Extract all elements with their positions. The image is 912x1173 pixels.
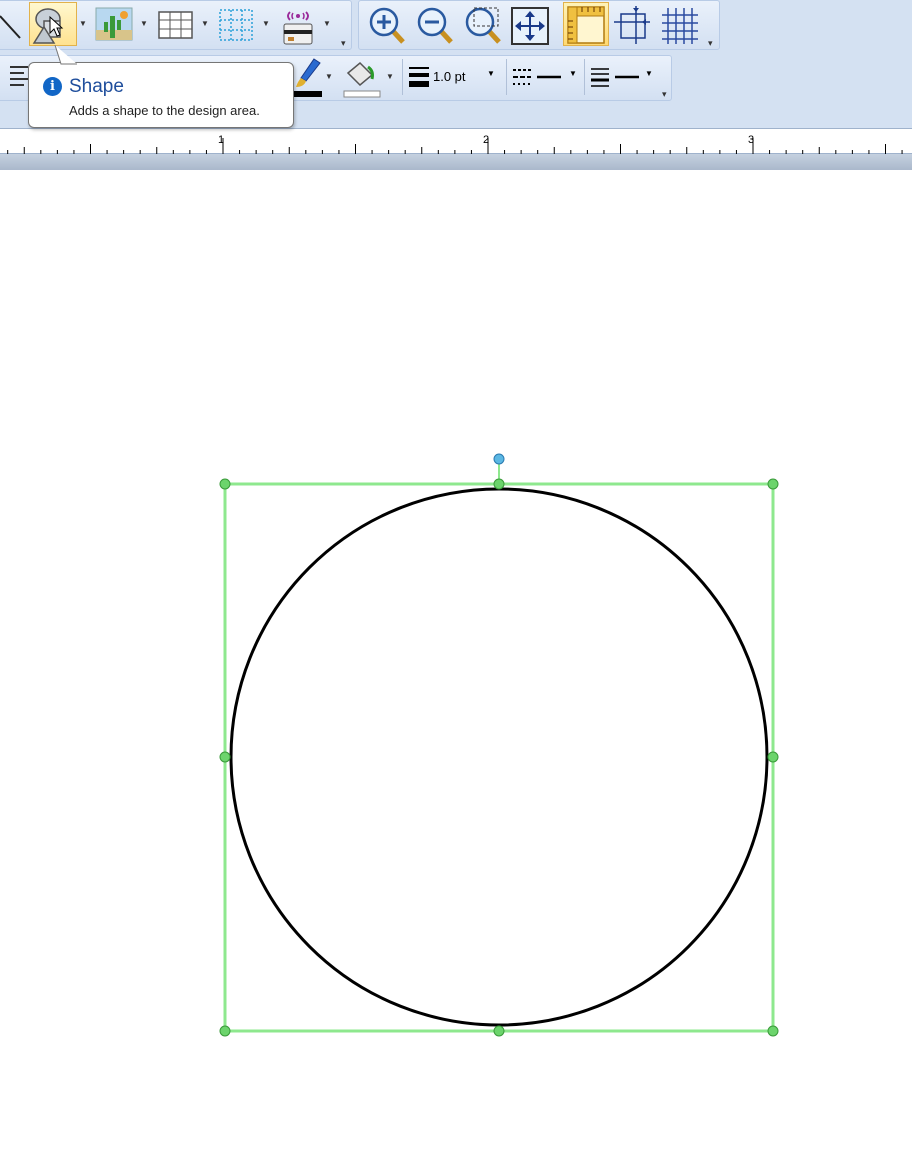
picture-dropdown-arrow[interactable]: ▼	[140, 2, 148, 46]
shape-tooltip: i Shape Adds a shape to the design area.	[28, 45, 294, 128]
zoom-out-button[interactable]	[414, 2, 454, 46]
ruler-label-1: 1	[218, 134, 224, 146]
resize-handle-right[interactable]	[767, 751, 779, 763]
diagonal-line-icon	[0, 15, 21, 39]
view-overflow-icon[interactable]: ▾	[708, 38, 716, 48]
compound-line-select[interactable]: ▼	[584, 59, 659, 95]
line-weight-icon	[409, 67, 429, 87]
margins-icon	[614, 6, 650, 44]
ruler-toggle-button[interactable]	[563, 2, 609, 46]
shape-icon	[32, 8, 64, 44]
tooltip-description: Adds a shape to the design area.	[69, 103, 260, 118]
rfid-dropdown-arrow[interactable]: ▼	[323, 2, 331, 46]
margins-button[interactable]	[612, 2, 652, 46]
line-width-select[interactable]: 1.0 pt ▼	[402, 59, 499, 95]
gridlines-button[interactable]	[660, 2, 700, 46]
dotted-grid-icon	[219, 9, 253, 41]
format-overflow-icon[interactable]: ▾	[662, 89, 670, 99]
horizontal-ruler: 1 2 3	[0, 128, 912, 154]
line-color-dropdown-arrow[interactable]: ▼	[325, 55, 333, 99]
resize-handle-top[interactable]	[493, 478, 505, 490]
ruler-shadow	[0, 154, 912, 170]
resize-handle-top-left[interactable]	[219, 478, 231, 490]
shape-tool-button[interactable]	[29, 2, 77, 46]
line-width-value: 1.0 pt	[433, 69, 466, 84]
paint-bucket-icon	[343, 61, 381, 98]
fit-page-icon	[511, 7, 549, 45]
table-icon	[158, 11, 193, 39]
gridlines-icon	[662, 8, 698, 44]
picture-icon	[95, 7, 133, 41]
dash-style-icon	[513, 69, 561, 85]
ruler-ticks: 1 2 3	[7, 134, 903, 154]
line-width-dropdown-arrow[interactable]: ▼	[487, 69, 495, 78]
dash-style-dropdown-arrow[interactable]: ▼	[569, 69, 577, 78]
info-icon: i	[43, 77, 62, 96]
rfid-icon	[283, 11, 313, 45]
resize-handle-bottom[interactable]	[493, 1025, 505, 1037]
fit-page-button[interactable]	[510, 2, 550, 46]
zoom-out-icon	[417, 7, 453, 44]
zoom-in-icon	[369, 7, 405, 44]
ruler-icon	[567, 6, 605, 44]
fill-color-button[interactable]	[340, 55, 384, 99]
resize-handle-bottom-left[interactable]	[219, 1025, 231, 1037]
resize-handle-left[interactable]	[219, 751, 231, 763]
toolbar-overflow-icon[interactable]: ▾	[341, 38, 349, 48]
zoom-selection-icon	[465, 7, 501, 44]
tooltip-tail	[54, 45, 77, 65]
ruler-label-3: 3	[748, 134, 754, 146]
compound-line-dropdown-arrow[interactable]: ▼	[645, 69, 653, 78]
selection-box	[223, 482, 775, 1033]
ruler-label-2: 2	[483, 134, 489, 146]
design-area	[0, 170, 912, 1173]
tooltip-title: Shape	[69, 76, 124, 97]
resize-handle-top-right[interactable]	[767, 478, 779, 490]
line-tool-button[interactable]	[0, 2, 22, 46]
circle-shape[interactable]	[229, 487, 769, 1027]
zoom-selection-button[interactable]	[462, 2, 502, 46]
picture-tool-button[interactable]	[94, 2, 134, 46]
table-dropdown-arrow[interactable]: ▼	[201, 2, 209, 46]
grid-dropdown-arrow[interactable]: ▼	[262, 2, 270, 46]
grid-tool-button[interactable]	[216, 2, 256, 46]
dash-style-select[interactable]: ▼	[506, 59, 581, 95]
compound-line-icon	[591, 68, 639, 87]
zoom-in-button[interactable]	[366, 2, 406, 46]
shape-dropdown-arrow[interactable]: ▼	[79, 2, 87, 46]
resize-handle-bottom-right[interactable]	[767, 1025, 779, 1037]
table-tool-button[interactable]	[156, 2, 196, 46]
rotate-handle[interactable]	[493, 453, 505, 465]
fill-color-dropdown-arrow[interactable]: ▼	[386, 55, 394, 99]
rfid-tool-button[interactable]	[278, 2, 318, 46]
